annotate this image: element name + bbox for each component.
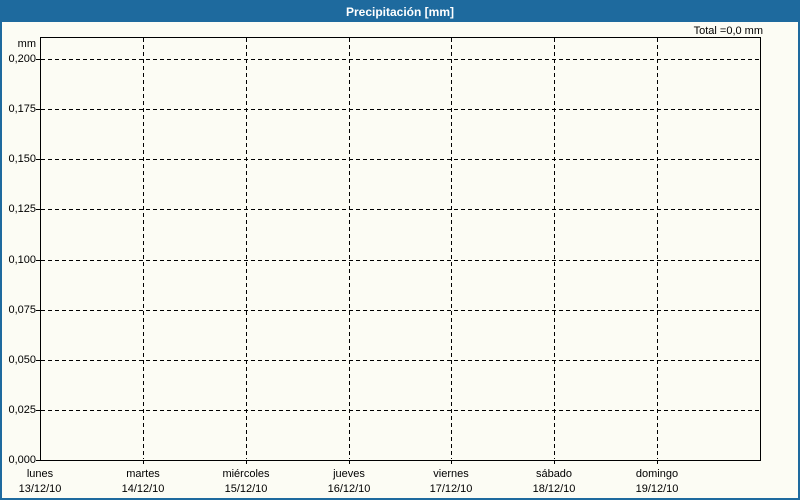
chart-area: Total =0,0 mm mm 0,200 0,175 0,150 0,125 0,1…: [2, 22, 798, 498]
y-tick-label: 0,075: [8, 304, 36, 316]
chart-title: Precipitación [mm]: [345, 5, 455, 19]
x-day-label: jueves: [333, 468, 365, 480]
y-tick-label: 0,200: [8, 53, 36, 65]
y-tick-label: 0,000: [8, 454, 36, 466]
x-date-label: 17/12/10: [429, 483, 473, 495]
chart-window: Precipitación [mm] Total =0,0 mm mm 0,20…: [0, 0, 800, 500]
y-axis-unit-label: mm: [17, 38, 36, 50]
x-day-label: sábado: [535, 468, 573, 480]
y-tick-label: 0,150: [8, 153, 36, 165]
plot-border: [40, 37, 761, 461]
x-day-label: domingo: [635, 468, 679, 480]
x-day-label: viernes: [433, 468, 469, 480]
x-date-label: 18/12/10: [532, 483, 576, 495]
x-date-label: 13/12/10: [18, 483, 62, 495]
y-tick-label: 0,175: [8, 103, 36, 115]
x-date-label: 14/12/10: [121, 483, 165, 495]
x-date-label: 15/12/10: [224, 483, 268, 495]
x-date-label: 16/12/10: [327, 483, 371, 495]
x-day-label: martes: [126, 468, 160, 480]
y-tick-label: 0,100: [8, 254, 36, 266]
y-tick-label: 0,025: [8, 404, 36, 416]
x-date-label: 19/12/10: [635, 483, 679, 495]
total-label: Total =0,0 mm: [693, 25, 763, 37]
x-day-label: lunes: [26, 468, 54, 480]
y-tick-label: 0,125: [8, 203, 36, 215]
chart-title-bar: Precipitación [mm]: [2, 2, 798, 22]
x-day-label: miércoles: [222, 468, 270, 480]
precipitation-plot: [36, 37, 761, 464]
y-tick-label: 0,050: [8, 354, 36, 366]
